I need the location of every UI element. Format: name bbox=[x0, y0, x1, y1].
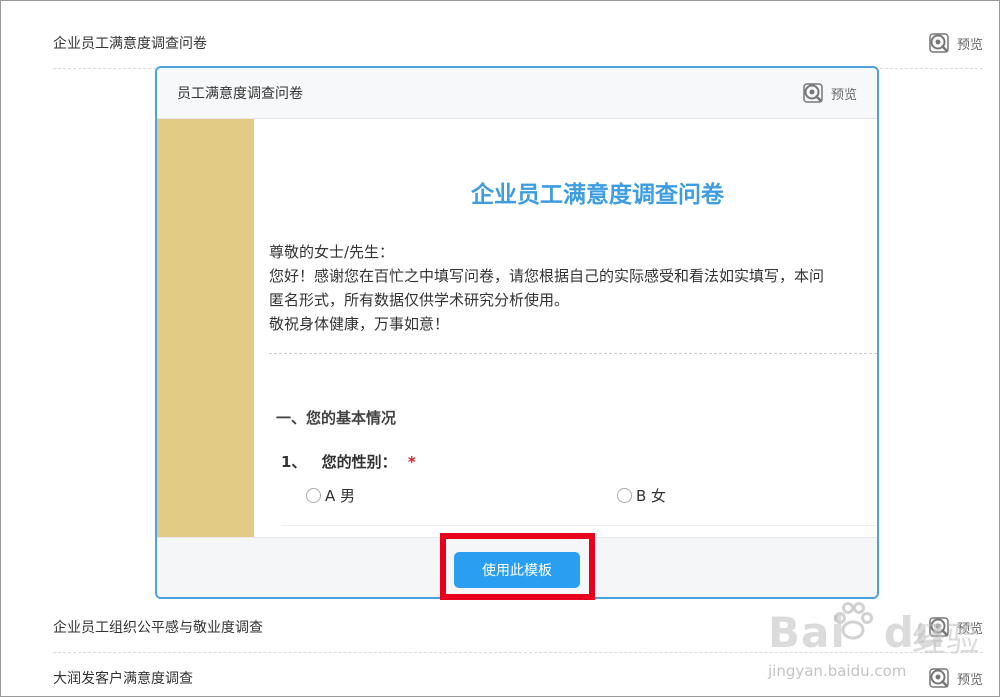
card-title: 员工满意度调查问卷 bbox=[177, 86, 303, 102]
intro-line: 您好！感谢您在百忙之中填写问卷，请您根据自己的实际感受和看法如实填写，本问 bbox=[269, 267, 825, 285]
preview-link[interactable]: 预览 bbox=[929, 668, 983, 688]
intro-line: 匿名形式，所有数据仅供学术研究分析使用。 bbox=[269, 291, 570, 309]
radio-option[interactable]: A 男 bbox=[306, 485, 355, 506]
intro-line: 尊敬的女士/先生： bbox=[269, 243, 395, 261]
question-title: 1、 您的性别： * bbox=[281, 451, 416, 472]
document-heading: 企业员工满意度调查问卷 bbox=[471, 182, 724, 208]
preview-icon bbox=[929, 33, 949, 53]
list-item-title[interactable]: 企业员工组织公平感与敬业度调查 bbox=[53, 617, 263, 637]
question-text: 您的性别： bbox=[321, 453, 397, 471]
preview-link[interactable]: 预览 bbox=[803, 83, 857, 103]
radio-button[interactable] bbox=[617, 488, 632, 503]
required-mark: * bbox=[407, 453, 416, 471]
option-label: B 女 bbox=[636, 487, 667, 505]
preview-icon bbox=[929, 668, 949, 688]
preview-link[interactable]: 预览 bbox=[929, 617, 983, 637]
preview-label: 预览 bbox=[956, 672, 983, 688]
intro-line: 敬祝身体健康，万事如意！ bbox=[269, 315, 450, 333]
preview-label: 预览 bbox=[830, 87, 857, 103]
template-preview: 企业员工满意度调查问卷 尊敬的女士/先生： 您好！感谢您在百忙之中填写问卷，请您… bbox=[157, 119, 877, 537]
card-header: 员工满意度调查问卷 预览 bbox=[157, 68, 877, 119]
preview-link[interactable]: 预览 bbox=[929, 33, 983, 53]
radio-button[interactable] bbox=[306, 488, 321, 503]
section-title: 一、您的基本情况 bbox=[276, 409, 397, 427]
intro-text: 尊敬的女士/先生： 您好！感谢您在百忙之中填写问卷，请您根据自己的实际感受和看法… bbox=[269, 240, 824, 336]
list-item[interactable]: 企业员工组织公平感与敬业度调查 预览 bbox=[53, 602, 983, 652]
list-item-title[interactable]: 大润发客户满意度调查 bbox=[53, 668, 193, 688]
list-item-title[interactable]: 企业员工满意度调查问卷 bbox=[53, 33, 207, 53]
option-label: A 男 bbox=[325, 487, 356, 505]
preview-label: 预览 bbox=[956, 37, 983, 53]
decorative-sidebar bbox=[157, 119, 254, 537]
preview-icon bbox=[803, 83, 823, 103]
divider bbox=[281, 525, 877, 526]
list-item[interactable]: 企业员工满意度调查问卷 预览 bbox=[53, 18, 983, 68]
question-number: 1、 bbox=[281, 453, 307, 471]
preview-icon bbox=[929, 617, 949, 637]
radio-option[interactable]: B 女 bbox=[617, 485, 666, 506]
divider bbox=[269, 353, 877, 354]
document-body: 企业员工满意度调查问卷 尊敬的女士/先生： 您好！感谢您在百忙之中填写问卷，请您… bbox=[254, 119, 877, 537]
template-card[interactable]: 员工满意度调查问卷 预览 企业员工满意度调查问卷 尊敬的女士/先生： 您好！感谢… bbox=[155, 66, 879, 599]
list-item[interactable]: 大润发客户满意度调查 预览 bbox=[53, 653, 983, 697]
preview-label: 预览 bbox=[956, 621, 983, 637]
highlight-box bbox=[440, 533, 595, 600]
